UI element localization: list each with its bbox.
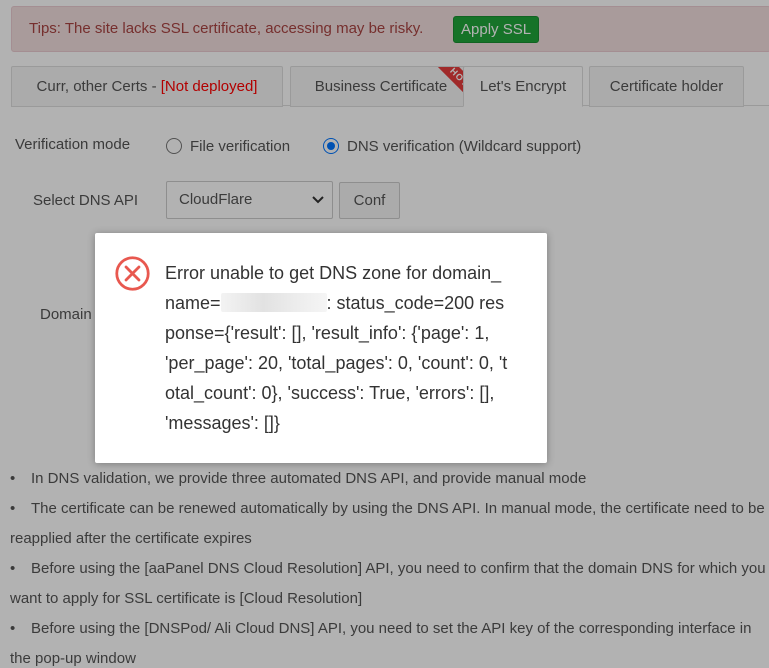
error-dialog: Error unable to get DNS zone for domain_… <box>95 233 547 463</box>
error-message: Error unable to get DNS zone for domain_… <box>165 263 508 433</box>
error-icon <box>115 256 150 291</box>
redacted-domain <box>220 293 327 312</box>
